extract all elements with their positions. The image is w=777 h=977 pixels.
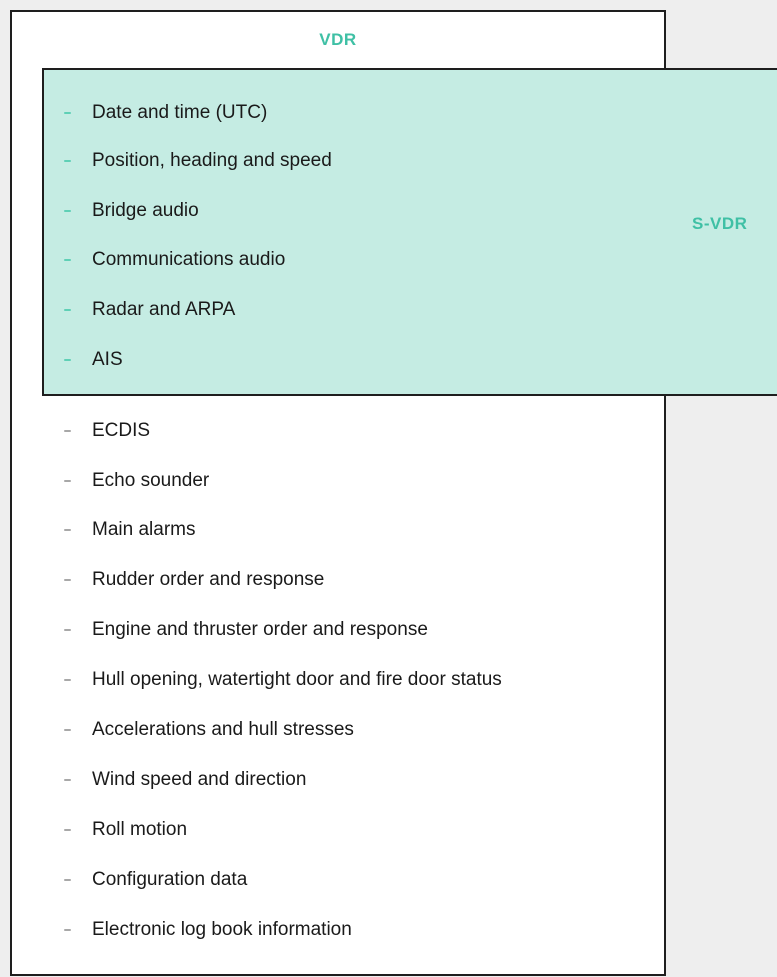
svdr-item-label: Communications audio: [92, 249, 286, 270]
svdr-item: Bridge audio: [64, 196, 199, 226]
vdr-item-label: Wind speed and direction: [92, 769, 307, 790]
svdr-item-label: Date and time (UTC): [92, 102, 268, 123]
bullet-dash-icon: [64, 579, 71, 581]
vdr-item-label: ECDIS: [92, 420, 151, 441]
vdr-item-label: Configuration data: [92, 869, 248, 890]
bullet-dash-icon: [64, 309, 71, 311]
bullet-dash-icon: [64, 112, 71, 114]
vdr-item: Configuration data: [64, 865, 247, 895]
svdr-item-label: Bridge audio: [92, 200, 199, 221]
vdr-item-label: Roll motion: [92, 819, 188, 840]
bullet-dash-icon: [64, 729, 71, 731]
bullet-dash-icon: [64, 529, 71, 531]
vdr-item: Main alarms: [64, 515, 195, 545]
bullet-dash-icon: [64, 679, 71, 681]
svdr-item: Position, heading and speed: [64, 146, 332, 176]
svdr-item: Date and time (UTC): [64, 98, 267, 128]
vdr-item-label: Accelerations and hull stresses: [92, 719, 354, 740]
vdr-item: Electronic log book information: [64, 915, 352, 945]
vdr-item: Echo sounder: [64, 466, 209, 496]
bullet-dash-icon: [64, 629, 71, 631]
vdr-item-label: Engine and thruster order and response: [92, 619, 428, 640]
bullet-dash-icon: [64, 160, 71, 162]
bullet-dash-icon: [64, 929, 71, 931]
vdr-item: Engine and thruster order and response: [64, 615, 428, 645]
vdr-item-label: Echo sounder: [92, 470, 210, 491]
vdr-item: ECDIS: [64, 416, 150, 446]
bullet-dash-icon: [64, 259, 71, 261]
bullet-dash-icon: [64, 210, 71, 212]
vdr-item: Roll motion: [64, 815, 187, 845]
vdr-item: Hull opening, watertight door and fire d…: [64, 665, 502, 695]
bullet-dash-icon: [64, 430, 71, 432]
bullet-dash-icon: [64, 879, 71, 881]
vdr-item: Accelerations and hull stresses: [64, 715, 354, 745]
svdr-item-label: Position, heading and speed: [92, 150, 332, 171]
bullet-dash-icon: [64, 779, 71, 781]
vdr-item-label: Electronic log book information: [92, 919, 352, 940]
svdr-item: Radar and ARPA: [64, 295, 235, 325]
svdr-item-label: AIS: [92, 349, 123, 370]
vdr-item-label: Hull opening, watertight door and fire d…: [92, 669, 502, 690]
vdr-item: Wind speed and direction: [64, 765, 306, 795]
bullet-dash-icon: [64, 829, 71, 831]
svdr-label: S-VDR: [692, 214, 748, 233]
vdr-item-label: Rudder order and response: [92, 569, 325, 590]
vdr-item: Rudder order and response: [64, 565, 324, 595]
svdr-item-label: Radar and ARPA: [92, 299, 236, 320]
bullet-dash-icon: [64, 359, 71, 361]
svdr-item: Communications audio: [64, 245, 285, 275]
vdr-item-label: Main alarms: [92, 519, 196, 540]
vdr-title: VDR: [319, 30, 357, 49]
bullet-dash-icon: [64, 480, 71, 482]
svdr-item: AIS: [64, 345, 123, 375]
